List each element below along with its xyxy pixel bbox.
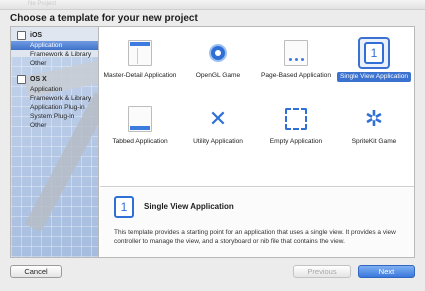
previous-button[interactable]: Previous [293, 265, 351, 278]
sidebar-group-label: iOS [30, 31, 43, 39]
mac-icon [17, 74, 26, 84]
page-based-icon [280, 37, 312, 69]
page-title: Choose a template for your new project [10, 13, 198, 24]
template-chooser-panel: iOS Application Framework & Library Othe… [10, 26, 415, 258]
template-description: 1 Single View Application This template … [100, 188, 414, 257]
sidebar-item-osx-other[interactable]: Other [11, 121, 98, 130]
template-tabbed[interactable]: Tabbed Application [101, 99, 179, 161]
template-label: Empty Application [269, 138, 323, 145]
empty-icon [280, 103, 312, 135]
description-text: This template provides a starting point … [114, 229, 396, 245]
sidebar-group-ios: iOS [11, 29, 98, 41]
template-empty[interactable]: Empty Application [257, 99, 335, 161]
sidebar-item-osx-system-plugin[interactable]: System Plug-in [11, 112, 98, 121]
single-view-icon: 1 [358, 37, 390, 69]
sidebar-list: iOS Application Framework & Library Othe… [11, 29, 98, 130]
iphone-icon [17, 30, 26, 40]
sidebar-item-osx-application-plugin[interactable]: Application Plug-in [11, 103, 98, 112]
template-page-based[interactable]: Page-Based Application [257, 33, 335, 95]
sidebar-item-osx-application[interactable]: Application [11, 85, 98, 94]
template-spritekit[interactable]: ✲ SpriteKit Game [335, 99, 413, 161]
sidebar-item-ios-application[interactable]: Application [11, 41, 98, 50]
window-title: Ne Project [28, 1, 57, 7]
template-label: Single View Application [336, 72, 412, 82]
sidebar-group-label: OS X [30, 75, 47, 83]
template-master-detail[interactable]: Master-Detail Application [101, 33, 179, 95]
single-view-glyph: 1 [364, 42, 384, 64]
template-grid: Master-Detail Application OpenGL Game Pa… [100, 27, 414, 187]
template-label: Page-Based Application [260, 72, 332, 79]
sidebar-group-osx: OS X [11, 73, 98, 85]
spritekit-icon: ✲ [364, 106, 384, 131]
sidebar-item-ios-other[interactable]: Other [11, 59, 98, 68]
description-title: Single View Application [144, 202, 234, 211]
template-label: OpenGL Game [195, 72, 241, 79]
opengl-icon [202, 37, 234, 69]
sidebar-item-ios-framework-library[interactable]: Framework & Library [11, 50, 98, 59]
template-label: Tabbed Application [112, 138, 168, 145]
single-view-icon: 1 [114, 196, 134, 218]
template-utility[interactable]: ✕ Utility Application [179, 99, 257, 161]
tabbed-icon [124, 103, 156, 135]
next-button[interactable]: Next [358, 265, 415, 278]
template-label: SpriteKit Game [351, 138, 397, 145]
title-bar: Ne Project [0, 0, 425, 10]
template-label: Utility Application [193, 138, 243, 145]
sidebar-item-osx-framework-library[interactable]: Framework & Library [11, 94, 98, 103]
platform-sidebar: iOS Application Framework & Library Othe… [11, 27, 99, 257]
template-single-view[interactable]: 1 Single View Application [335, 33, 413, 95]
template-label: Master-Detail Application [103, 72, 177, 79]
template-opengl-game[interactable]: OpenGL Game [179, 33, 257, 95]
master-detail-icon [124, 37, 156, 69]
wrench-icon: ✕ [208, 106, 228, 131]
cancel-button[interactable]: Cancel [10, 265, 62, 278]
